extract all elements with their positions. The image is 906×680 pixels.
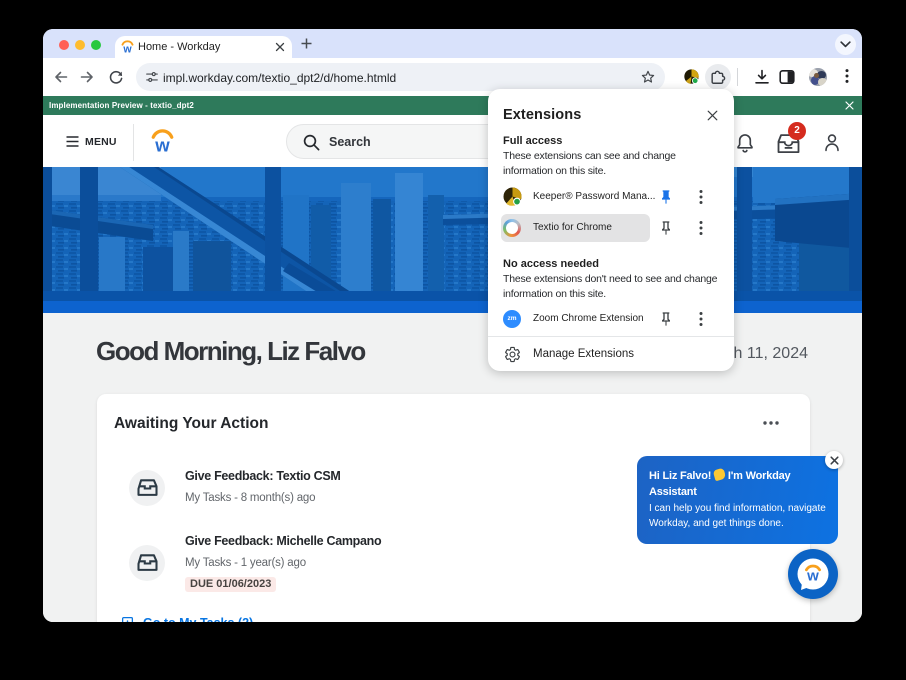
svg-text:w: w xyxy=(154,134,170,155)
svg-text:w: w xyxy=(806,568,819,585)
svg-text:w: w xyxy=(122,44,132,55)
